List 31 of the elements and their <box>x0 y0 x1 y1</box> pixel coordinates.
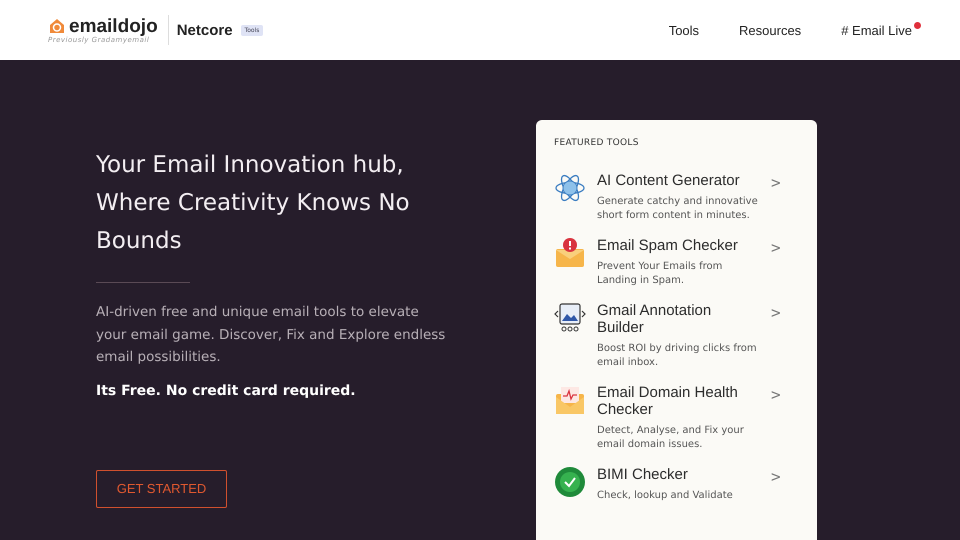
partner-name: Netcore <box>176 22 233 38</box>
browser-image-icon <box>554 302 586 334</box>
tool-description: Prevent Your Emails from Landing in Spam. <box>597 260 724 287</box>
card-heading: FEATURED TOOLS <box>554 138 640 148</box>
tool-title[interactable]: Email Spam Checker <box>597 237 762 254</box>
tool-title[interactable]: BIMI Checker <box>597 466 762 483</box>
atom-icon <box>554 172 586 204</box>
chevron[interactable]: > <box>771 466 791 502</box>
tool-description: Check, lookup and Validate <box>597 489 734 502</box>
logo-wordmark[interactable]: emaildojo <box>69 16 158 36</box>
chevron[interactable]: > <box>771 172 791 222</box>
tool-description: Generate catchy and innovative short form content in minutes. <box>597 195 759 222</box>
tool-title[interactable]: Gmail Annotation Builder <box>597 302 762 336</box>
check-badge-icon <box>554 466 586 498</box>
tool-description: Boost ROI by driving clicks from email inbox. <box>597 342 758 369</box>
envelope-pulse-icon <box>554 384 586 416</box>
get-started-button[interactable]: GET STARTED <box>96 470 227 508</box>
free-note: Its Free. No credit card required. <box>96 382 357 398</box>
envelope-alert-icon <box>554 237 586 269</box>
hero-title: Your Email Innovation hub, Where Creativity Knows No Bounds <box>96 151 411 256</box>
nav-link[interactable]: # Email Live <box>841 22 912 38</box>
chevron[interactable]: > <box>771 302 791 369</box>
nav-link[interactable]: Tools <box>668 22 700 38</box>
nav-link[interactable]: Resources <box>739 22 802 38</box>
tool-description: Detect, Analyse, and Fix your email domain issues. <box>597 424 745 451</box>
hero-description: AI-driven free and unique email tools to elevate your email game. Discover, Fix and Explore endless email possibilities. <box>96 303 446 367</box>
chevron[interactable]: > <box>771 237 791 287</box>
tool-title[interactable]: Email Domain Health Checker <box>597 384 762 418</box>
house-logo-icon <box>48 17 66 35</box>
tool-title[interactable]: AI Content Generator <box>597 172 762 189</box>
chevron[interactable]: > <box>771 384 791 451</box>
